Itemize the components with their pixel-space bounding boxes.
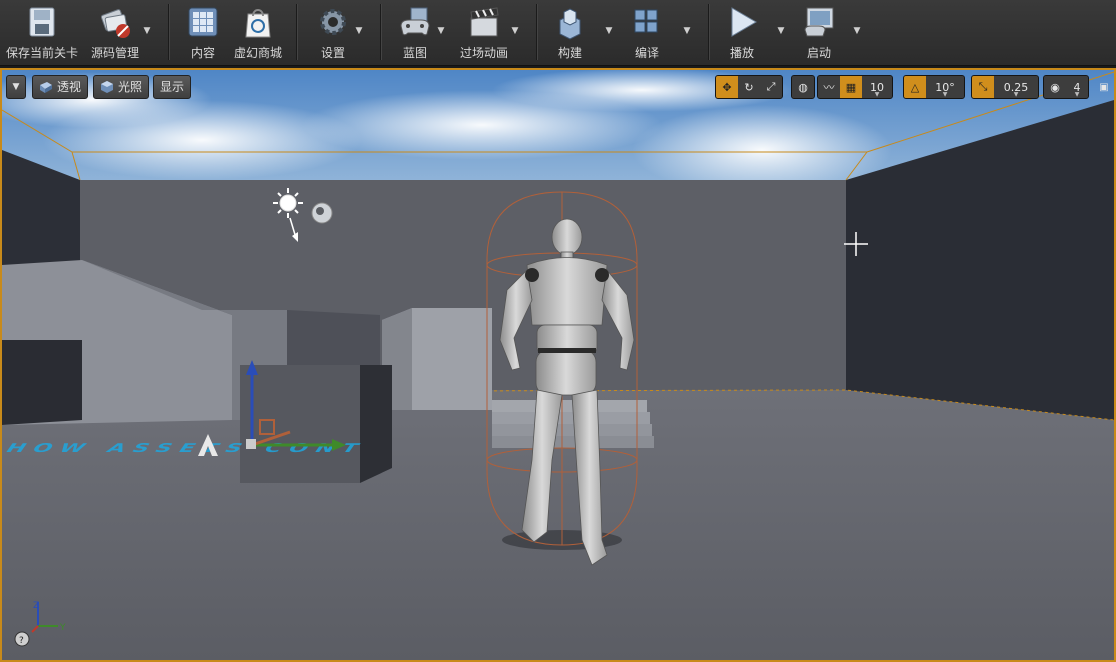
- scale-snap-group: ⤡ 0.25 ▼: [971, 75, 1039, 99]
- show-flags-button[interactable]: 显示: [153, 75, 192, 99]
- grid-snap-icon[interactable]: ▦: [840, 76, 862, 98]
- settings-button[interactable]: 设置: [310, 0, 356, 62]
- maximize-icon: ▣: [1099, 81, 1109, 93]
- source-control-button[interactable]: 源码管理: [88, 0, 142, 62]
- content-browser-icon: [188, 7, 218, 37]
- viewport-options-button[interactable]: ▼: [6, 75, 26, 99]
- rotation-snap-group: △ 10° ▼: [903, 75, 965, 99]
- toolbar-separator: [536, 4, 537, 60]
- caret-down-icon: ▼: [1013, 91, 1019, 98]
- settings-dropdown-arrow[interactable]: ▼: [354, 26, 364, 36]
- rotation-snap-icon[interactable]: △: [904, 76, 926, 98]
- caret-down-icon: ▼: [942, 91, 948, 98]
- blueprints-button[interactable]: 蓝图: [392, 0, 438, 62]
- blueprints-dropdown-arrow[interactable]: ▼: [436, 26, 446, 36]
- play-dropdown-arrow[interactable]: ▼: [776, 26, 786, 36]
- scale-mode-icon[interactable]: ⤢: [760, 76, 782, 98]
- scene-render[interactable]: HOW ASSETS CONT Z Y ?: [2, 70, 1114, 660]
- play-icon: [731, 7, 757, 37]
- launch-button[interactable]: 启动: [796, 0, 842, 62]
- lit-mode-button[interactable]: 光照: [93, 75, 150, 99]
- chevron-down-icon: ▼: [12, 82, 20, 92]
- grid-snap-value[interactable]: 10 ▼: [862, 76, 892, 98]
- lit-sphere-icon: [101, 81, 113, 93]
- shadow-block: [2, 340, 82, 425]
- camera-speed-group: ◉ 4 ▼: [1043, 75, 1089, 99]
- toolbar-separator: [708, 4, 709, 60]
- settings-gear-icon: [320, 9, 346, 35]
- rotation-snap-value[interactable]: 10° ▼: [926, 76, 964, 98]
- cinematics-button[interactable]: 过场动画: [456, 0, 512, 62]
- toolbar-separator: [296, 4, 297, 60]
- middle-block[interactable]: [287, 310, 380, 370]
- camera-speed-value[interactable]: 4 ▼: [1066, 76, 1088, 98]
- maximize-viewport-button[interactable]: ▣: [1098, 75, 1112, 99]
- launch-dropdown-arrow[interactable]: ▼: [852, 26, 862, 36]
- build-dropdown-arrow[interactable]: ▼: [604, 26, 614, 36]
- blueprint-gamepad-icon: [400, 7, 430, 36]
- world-space-globe-icon[interactable]: ◍: [792, 76, 814, 98]
- caret-down-icon: ▼: [874, 91, 880, 98]
- source-control-dropdown-arrow[interactable]: ▼: [142, 26, 152, 36]
- scale-snap-value[interactable]: 0.25 ▼: [994, 76, 1038, 98]
- svg-text:Y: Y: [59, 623, 66, 633]
- marketplace-icon: [245, 9, 271, 38]
- svg-text:Z: Z: [33, 601, 39, 611]
- transform-mode-group: ✥ ↻ ⤢: [715, 75, 783, 99]
- content-button[interactable]: 内容: [178, 0, 228, 62]
- source-control-icon: [100, 9, 130, 38]
- perspective-label: 透视: [57, 80, 82, 94]
- level-viewport[interactable]: HOW ASSETS CONT Z Y ? ▼ 透视 光照 显示 ✥ ↻ ⤢ ◍…: [0, 68, 1116, 662]
- toolbar-separator: [380, 4, 381, 60]
- build-button[interactable]: 构建: [552, 0, 588, 62]
- svg-text:?: ?: [19, 636, 24, 646]
- coordinate-space-group: ◍: [791, 75, 815, 99]
- save-level-button[interactable]: 保存当前关卡: [4, 0, 80, 62]
- save-icon: [29, 7, 55, 37]
- compile-button[interactable]: 编译: [624, 0, 670, 62]
- cinematics-dropdown-arrow[interactable]: ▼: [510, 26, 520, 36]
- lit-label: 光照: [118, 80, 143, 94]
- grid-snap-group: 〰 ▦ 10 ▼: [817, 75, 893, 99]
- caret-down-icon: ▼: [1074, 91, 1080, 98]
- perspective-cube-icon: [40, 82, 52, 93]
- compile-cubes-icon: [634, 9, 658, 33]
- show-label: 显示: [160, 80, 185, 94]
- rotate-mode-icon[interactable]: ↻: [738, 76, 760, 98]
- compile-dropdown-arrow[interactable]: ▼: [682, 26, 692, 36]
- build-blocks-icon: [559, 8, 581, 40]
- launch-monitor-icon: [804, 7, 834, 37]
- play-button[interactable]: 播放: [722, 0, 762, 62]
- translate-mode-icon[interactable]: ✥: [716, 76, 738, 98]
- main-toolbar: 保存当前关卡 源码管理 ▼ 内容 虚幻商城 设置 ▼ 蓝图 ▼ 过场动画 ▼ 构…: [0, 0, 1116, 66]
- camera-speed-icon[interactable]: ◉: [1044, 76, 1066, 98]
- perspective-button[interactable]: 透视: [32, 75, 89, 99]
- marketplace-button[interactable]: 虚幻商城: [230, 0, 286, 62]
- surface-snap-icon[interactable]: 〰: [818, 76, 840, 98]
- cinematics-clapper-icon: [470, 7, 499, 37]
- reflection-capture-icon[interactable]: [311, 202, 333, 224]
- selected-cube[interactable]: [240, 365, 392, 483]
- toolbar-separator: [168, 4, 169, 60]
- scale-snap-icon[interactable]: ⤡: [972, 76, 994, 98]
